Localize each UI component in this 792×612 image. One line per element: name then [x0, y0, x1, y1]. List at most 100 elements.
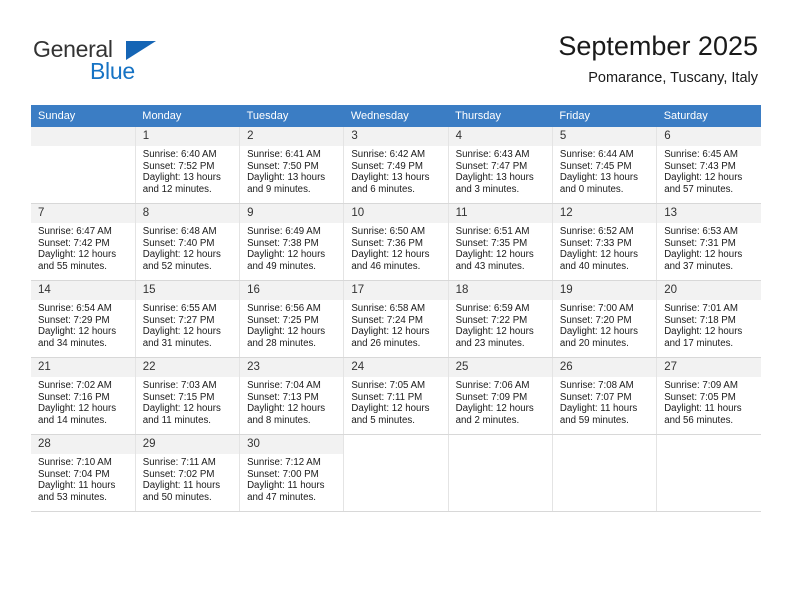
daylight-text-line1: Daylight: 11 hours [142, 480, 221, 492]
day-number: 3 [344, 127, 448, 146]
day-details: Sunrise: 7:05 AM Sunset: 7:11 PM Daylight:… [344, 377, 447, 426]
calendar-day-cell[interactable]: 19 Sunrise: 7:00 AM Sunset: 7:20 PM Dayligh… [552, 280, 658, 358]
sunset-text: Sunset: 7:00 PM [247, 468, 319, 480]
daylight-text-line1: Daylight: 11 hours [664, 403, 742, 415]
calendar-day-cell[interactable]: 18 Sunrise: 6:59 AM Sunset: 7:22 PM Dayligh… [448, 280, 553, 358]
calendar-day-cell[interactable]: 12 Sunrise: 6:52 AM Sunset: 7:33 PM Dayligh… [552, 203, 658, 281]
sunset-text: Sunset: 7:22 PM [455, 314, 528, 326]
day-number [553, 435, 656, 454]
calendar-day-cell[interactable]: 13 Sunrise: 6:53 AM Sunset: 7:31 PM Dayligh… [656, 203, 761, 281]
day-details: Sunrise: 7:04 AM Sunset: 7:13 PM Daylight:… [240, 377, 343, 426]
calendar-day-cell[interactable]: 22 Sunrise: 7:03 AM Sunset: 7:15 PM Dayligh… [135, 357, 241, 435]
sunset-text: Sunset: 7:24 PM [351, 314, 423, 326]
sunset-text: Sunset: 7:33 PM [559, 237, 632, 249]
day-number: 13 [657, 204, 761, 223]
daylight-text-line1: Daylight: 12 hours [455, 326, 534, 338]
calendar-day-cell[interactable]: 9 Sunrise: 6:49 AM Sunset: 7:38 PM Daylight… [239, 203, 345, 281]
sunrise-text: Sunrise: 6:51 AM [455, 226, 530, 237]
day-details: Sunrise: 6:43 AM Sunset: 7:47 PM Daylight:… [449, 146, 552, 195]
general-blue-logo[interactable]: General Blue [33, 36, 163, 84]
sunset-text: Sunset: 7:47 PM [455, 160, 528, 172]
day-details: Sunrise: 6:56 AM Sunset: 7:25 PM Daylight:… [240, 300, 343, 349]
calendar-day-cell[interactable]: 7 Sunrise: 6:47 AM Sunset: 7:42 PM Daylight… [31, 203, 136, 281]
daylight-text-line1: Daylight: 12 hours [351, 403, 430, 415]
sunset-text: Sunset: 7:49 PM [351, 160, 423, 172]
calendar-day-cell[interactable]: 15 Sunrise: 6:55 AM Sunset: 7:27 PM Dayligh… [135, 280, 241, 358]
calendar-day-cell[interactable]: 10 Sunrise: 6:50 AM Sunset: 7:36 PM Dayligh… [343, 203, 449, 281]
day-details: Sunrise: 6:59 AM Sunset: 7:22 PM Daylight:… [449, 300, 552, 349]
calendar-day-cell[interactable]: 20 Sunrise: 7:01 AM Sunset: 7:18 PM Dayligh… [656, 280, 761, 358]
day-details: Sunrise: 7:11 AM Sunset: 7:02 PM Daylight:… [136, 454, 239, 503]
calendar-day-cell[interactable]: 4 Sunrise: 6:43 AM Sunset: 7:47 PM Daylight… [448, 127, 553, 204]
day-number: 9 [240, 204, 344, 223]
calendar-empty-cell [552, 434, 658, 512]
daylight-text-line1: Daylight: 12 hours [142, 403, 221, 415]
day-number: 28 [31, 435, 135, 454]
day-number: 22 [135, 358, 240, 377]
calendar-day-cell[interactable]: 17 Sunrise: 6:58 AM Sunset: 7:24 PM Dayligh… [343, 280, 449, 358]
sunset-text: Sunset: 7:42 PM [38, 237, 110, 249]
calendar-day-cell[interactable]: 30 Sunrise: 7:12 AM Sunset: 7:00 PM Dayligh… [239, 434, 345, 512]
daylight-text-line1: Daylight: 12 hours [247, 403, 326, 415]
daylight-text-line2: and 56 minutes. [664, 414, 734, 426]
page-header: General Blue September 2025 Pomarance, T… [0, 0, 792, 100]
calendar-day-cell[interactable]: 27 Sunrise: 7:09 AM Sunset: 7:05 PM Dayligh… [656, 357, 761, 435]
daylight-text-line1: Daylight: 13 hours [455, 172, 534, 184]
logo-text-blue: Blue [90, 58, 135, 84]
daylight-text-line2: and 2 minutes. [455, 414, 520, 426]
sunrise-text: Sunrise: 6:55 AM [142, 303, 217, 314]
day-number: 15 [135, 281, 240, 300]
calendar-day-cell[interactable]: 23 Sunrise: 7:04 AM Sunset: 7:13 PM Dayligh… [239, 357, 345, 435]
daylight-text-line2: and 14 minutes. [38, 414, 107, 426]
calendar-day-cell[interactable]: 28 Sunrise: 7:10 AM Sunset: 7:04 PM Dayligh… [31, 434, 136, 512]
day-details: Sunrise: 6:53 AM Sunset: 7:31 PM Daylight:… [657, 223, 761, 272]
sunrise-text: Sunrise: 6:53 AM [664, 226, 738, 237]
day-details: Sunrise: 6:58 AM Sunset: 7:24 PM Daylight:… [344, 300, 447, 349]
day-number [31, 127, 135, 146]
day-number: 19 [552, 281, 657, 300]
weekday-header-sunday: Sunday [31, 105, 136, 127]
calendar-day-cell[interactable]: 26 Sunrise: 7:08 AM Sunset: 7:07 PM Dayligh… [552, 357, 658, 435]
daylight-text-line2: and 12 minutes. [142, 183, 212, 195]
sunset-text: Sunset: 7:16 PM [38, 391, 110, 403]
calendar-day-cell[interactable]: 5 Sunrise: 6:44 AM Sunset: 7:45 PM Daylight… [552, 127, 658, 204]
calendar-day-cell[interactable]: 2 Sunrise: 6:41 AM Sunset: 7:50 PM Daylight… [239, 127, 345, 204]
sunset-text: Sunset: 7:18 PM [664, 314, 736, 326]
day-number: 20 [657, 281, 761, 300]
daylight-text-line1: Daylight: 12 hours [559, 326, 638, 338]
daylight-text-line2: and 31 minutes. [142, 337, 212, 349]
day-number: 2 [240, 127, 344, 146]
weekday-header-row: Sunday Monday Tuesday Wednesday Thursday… [31, 105, 761, 127]
sunrise-text: Sunrise: 7:10 AM [38, 457, 112, 468]
day-details: Sunrise: 6:50 AM Sunset: 7:36 PM Daylight:… [344, 223, 447, 272]
daylight-text-line1: Daylight: 12 hours [351, 326, 430, 338]
daylight-text-line2: and 40 minutes. [559, 260, 629, 272]
calendar-day-cell[interactable]: 1 Sunrise: 6:40 AM Sunset: 7:52 PM Daylight… [135, 127, 241, 204]
calendar-day-cell[interactable]: 3 Sunrise: 6:42 AM Sunset: 7:49 PM Daylight… [343, 127, 449, 204]
calendar-day-cell[interactable]: 25 Sunrise: 7:06 AM Sunset: 7:09 PM Dayligh… [448, 357, 553, 435]
calendar-day-cell[interactable]: 11 Sunrise: 6:51 AM Sunset: 7:35 PM Dayligh… [448, 203, 553, 281]
calendar-empty-cell [31, 127, 136, 204]
sunrise-text: Sunrise: 6:52 AM [559, 226, 634, 237]
calendar-day-cell[interactable]: 14 Sunrise: 6:54 AM Sunset: 7:29 PM Dayligh… [31, 280, 136, 358]
day-number: 4 [448, 127, 552, 146]
day-number: 8 [135, 204, 240, 223]
daylight-text-line1: Daylight: 12 hours [455, 249, 534, 261]
day-details: Sunrise: 7:09 AM Sunset: 7:05 PM Daylight:… [657, 377, 761, 426]
daylight-text-line1: Daylight: 12 hours [142, 326, 221, 338]
calendar-day-cell[interactable]: 29 Sunrise: 7:11 AM Sunset: 7:02 PM Dayligh… [135, 434, 241, 512]
day-details: Sunrise: 7:08 AM Sunset: 7:07 PM Daylight:… [553, 377, 656, 426]
calendar-day-cell[interactable]: 16 Sunrise: 6:56 AM Sunset: 7:25 PM Dayligh… [239, 280, 345, 358]
daylight-text-line1: Daylight: 13 hours [559, 172, 638, 184]
day-details: Sunrise: 6:52 AM Sunset: 7:33 PM Daylight:… [553, 223, 656, 272]
day-number: 1 [135, 127, 240, 146]
sunrise-text: Sunrise: 7:04 AM [247, 380, 321, 391]
day-number: 29 [135, 435, 240, 454]
day-details: Sunrise: 6:48 AM Sunset: 7:40 PM Daylight:… [136, 223, 239, 272]
day-details: Sunrise: 6:44 AM Sunset: 7:45 PM Daylight:… [553, 146, 656, 195]
calendar-day-cell[interactable]: 6 Sunrise: 6:45 AM Sunset: 7:43 PM Daylight… [656, 127, 761, 204]
sunrise-text: Sunrise: 7:03 AM [142, 380, 217, 391]
calendar-day-cell[interactable]: 8 Sunrise: 6:48 AM Sunset: 7:40 PM Daylight… [135, 203, 241, 281]
calendar-day-cell[interactable]: 24 Sunrise: 7:05 AM Sunset: 7:11 PM Dayligh… [343, 357, 449, 435]
calendar-day-cell[interactable]: 21 Sunrise: 7:02 AM Sunset: 7:16 PM Dayligh… [31, 357, 136, 435]
